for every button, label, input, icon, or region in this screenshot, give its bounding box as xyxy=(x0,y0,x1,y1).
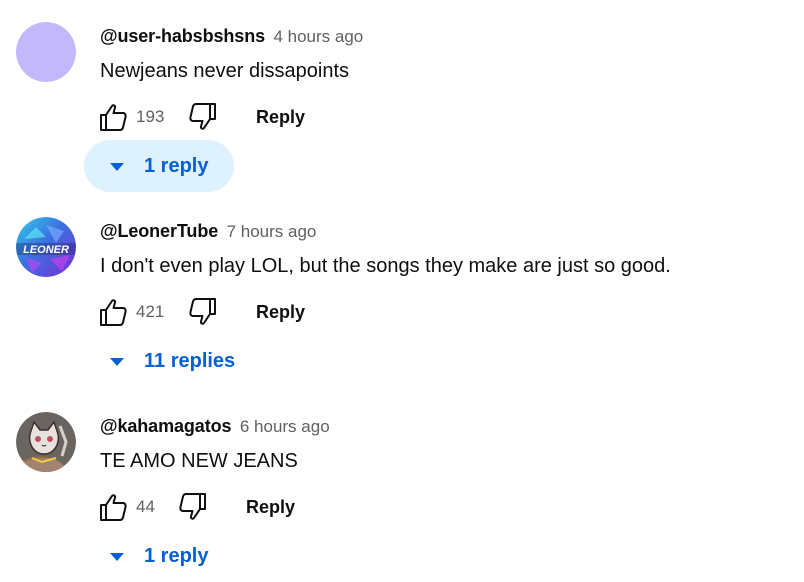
caret-down-icon xyxy=(110,358,124,366)
replies-label: 11 replies xyxy=(144,350,236,372)
reply-button[interactable]: Reply xyxy=(246,495,295,519)
comment-header: @user-habsbshsns 4 hours ago xyxy=(100,24,363,50)
thumbs-down-icon xyxy=(189,103,216,130)
thumbs-up-icon xyxy=(100,299,127,326)
like-count: 193 xyxy=(136,107,165,126)
like-count: 44 xyxy=(136,497,155,516)
avatar[interactable]: LEONER xyxy=(16,217,76,277)
replies-label: 1 reply xyxy=(144,155,209,177)
thumbs-down-icon xyxy=(179,493,206,520)
comment-actions: 421 Reply xyxy=(98,297,398,327)
author-name[interactable]: @LeonerTube xyxy=(100,221,218,241)
like-button[interactable] xyxy=(98,102,128,132)
dislike-button[interactable] xyxy=(178,492,208,522)
reply-button[interactable]: Reply xyxy=(256,300,305,324)
timestamp[interactable]: 7 hours ago xyxy=(227,222,317,241)
author-name[interactable]: @user-habsbshsns xyxy=(100,26,265,46)
view-replies-button[interactable]: 11 replies xyxy=(84,335,261,387)
like-button[interactable] xyxy=(98,492,128,522)
view-replies-button[interactable]: 1 reply xyxy=(84,140,235,192)
avatar[interactable] xyxy=(16,412,76,472)
thumbs-up-icon xyxy=(100,494,127,521)
reply-button[interactable]: Reply xyxy=(256,105,305,129)
comment-header: @kahamagatos 6 hours ago xyxy=(100,414,330,440)
avatar[interactable] xyxy=(16,22,76,82)
dislike-button[interactable] xyxy=(188,102,218,132)
comment-actions: 44 Reply xyxy=(98,492,398,522)
view-replies-button[interactable]: 1 reply xyxy=(84,530,234,582)
comment-text: TE AMO NEW JEANS xyxy=(100,450,298,472)
like-button[interactable] xyxy=(98,297,128,327)
author-name[interactable]: @kahamagatos xyxy=(100,416,232,436)
timestamp[interactable]: 6 hours ago xyxy=(240,417,330,436)
timestamp[interactable]: 4 hours ago xyxy=(273,27,363,46)
thumbs-down-icon xyxy=(189,298,216,325)
thumbs-up-icon xyxy=(100,104,127,131)
comment-header: @LeonerTube 7 hours ago xyxy=(100,219,316,245)
comment-text: Newjeans never dissapoints xyxy=(100,60,350,82)
dislike-button[interactable] xyxy=(188,297,218,327)
comment-actions: 193 Reply xyxy=(98,102,398,132)
caret-down-icon xyxy=(110,163,124,171)
comment-text: I don't even play LOL, but the songs the… xyxy=(100,255,671,277)
avatar-logo-text: LEONER xyxy=(23,244,69,256)
caret-down-icon xyxy=(110,553,124,561)
like-count: 421 xyxy=(136,302,165,321)
replies-label: 1 reply xyxy=(144,545,209,567)
